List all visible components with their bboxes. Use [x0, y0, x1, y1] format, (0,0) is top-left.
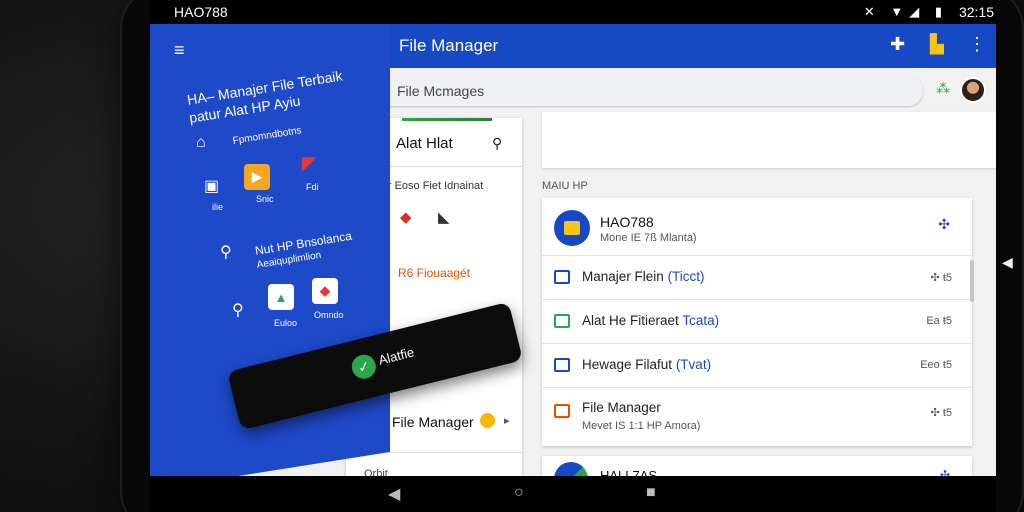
sidebar-accent — [402, 118, 492, 121]
image-icon[interactable]: ▣ — [204, 176, 219, 196]
list-item-subtitle: Mevet IS 1:1 HP Amora) — [582, 420, 701, 432]
file-icon — [554, 314, 570, 328]
list-item[interactable]: Hewage Filafut (Tvat) Eeo ŧ5 — [542, 344, 972, 388]
section-label: MAIU HP — [542, 180, 588, 192]
tile-label: Snic — [256, 194, 274, 204]
search-bar[interactable]: ⚲ — [357, 76, 923, 106]
list-item[interactable]: Manajer Flein (Ticct) ✣ ŧ5 — [542, 256, 972, 300]
list-item-tag: (Ticct) — [667, 269, 705, 284]
file-icon — [554, 270, 570, 284]
scrollbar[interactable] — [970, 260, 974, 302]
share-icon[interactable]: ✣ — [940, 468, 950, 476]
list-header-subtitle: Mone IE 7ß Mlanta) — [600, 232, 697, 244]
more-vert-icon[interactable]: ⋮ — [968, 34, 986, 55]
file-list-card: HAO788 Mone IE 7ß Mlanta) ✣ Manajer Flei… — [542, 198, 972, 446]
tile-label: ilie — [212, 202, 224, 212]
list-item-label: File Manager — [582, 400, 661, 415]
bottom-card-title: HALL7AS — [600, 468, 658, 476]
file-icon — [554, 358, 570, 372]
emoji-icon — [480, 413, 495, 428]
list-item-meta: ✣ ŧ5 — [930, 407, 952, 419]
search-icon[interactable]: ⚲ — [232, 300, 244, 320]
recents-icon[interactable]: ■ — [646, 484, 656, 502]
list-item[interactable]: File Manager Mevet IS 1:1 HP Amora) ✣ ŧ5 — [542, 388, 972, 446]
list-item-meta: Eeo ŧ5 — [920, 359, 952, 371]
check-icon: ✓ — [349, 352, 379, 382]
cloud-label[interactable]: R6 Fiouaagét — [398, 266, 470, 280]
top-card — [542, 112, 996, 168]
back-icon[interactable]: ◀ — [388, 484, 400, 504]
bottom-card[interactable]: HALL7AS ✣ — [542, 456, 972, 476]
menu-icon[interactable]: ≡ — [174, 40, 185, 61]
puzzle-icon[interactable]: ✚ — [890, 34, 905, 55]
tag-icon[interactable]: ◆ — [400, 208, 412, 226]
sidebar-title: Alat Hlat — [396, 135, 453, 152]
search-icon[interactable]: ⚲ — [220, 242, 232, 262]
screen: ▮▮ File Manager ✚ ▙ ⋮ ⚲ ⁂ MAIU HP HAO788… — [150, 0, 996, 476]
share-icon[interactable]: ✣ — [938, 216, 950, 233]
search-input[interactable] — [397, 81, 897, 101]
search-icon[interactable]: ⚲ — [492, 135, 502, 152]
app-title: File Manager — [399, 36, 499, 55]
snackbar-text: Alatfie — [376, 344, 416, 368]
list-item-label: Hewage Filafut — [582, 357, 673, 372]
home-icon[interactable]: ⌂ — [196, 134, 206, 152]
photos-icon[interactable]: ▲ — [268, 284, 294, 310]
list-header-title: HAO788 — [600, 214, 654, 230]
apps-icon[interactable]: ▙ — [930, 34, 944, 55]
list-item-meta: Ea ŧ5 — [926, 315, 952, 327]
list-item-tag: (Tvat) — [675, 357, 712, 372]
list-item[interactable]: Alat He Fitieraet Tcata) Ea ŧ5 — [542, 300, 972, 344]
nav-bar: ◀ ○ ■ — [150, 476, 996, 512]
clock: 32:15 — [958, 4, 994, 20]
status-icons: ✕ ▼◢ ▮ — [863, 4, 948, 19]
file-icon — [554, 404, 570, 418]
drawer-item[interactable]: Fpmomndbotns — [232, 125, 302, 147]
status-bar: HAO788 ✕ ▼◢ ▮ 32:15 — [150, 0, 996, 24]
home-button-icon[interactable]: ○ — [514, 484, 524, 502]
folder-icon — [554, 210, 590, 246]
folder-icon — [554, 462, 588, 476]
tile-label: Euloo — [274, 318, 298, 328]
list-item-meta: ✣ ŧ5 — [930, 272, 952, 284]
tile-label: Fdi — [306, 182, 319, 192]
avatar[interactable] — [960, 77, 986, 103]
list-header[interactable]: HAO788 Mone IE 7ß Mlanta) ✣ — [542, 198, 972, 256]
sidebar-item-file-manager[interactable]: File Manager — [392, 414, 474, 430]
tile-label: Omndo — [314, 310, 344, 320]
list-item-label: Alat He Fitieraet — [582, 313, 679, 328]
label-icon[interactable]: ◣ — [438, 208, 450, 226]
maps-icon[interactable]: ◤ — [296, 150, 322, 176]
list-item-label: Manajer Flein — [582, 269, 664, 284]
chevron-right-icon[interactable]: ▸ — [504, 414, 510, 427]
google-dots-icon[interactable]: ⁂ — [936, 80, 950, 97]
side-arrow-icon[interactable]: ◀ — [1002, 254, 1013, 271]
play-icon[interactable]: ▶ — [244, 164, 270, 190]
list-item-tag: Tcata) — [682, 313, 720, 328]
drive-icon[interactable]: ◆ — [312, 278, 338, 304]
carrier-label: HAO788 — [174, 4, 228, 20]
